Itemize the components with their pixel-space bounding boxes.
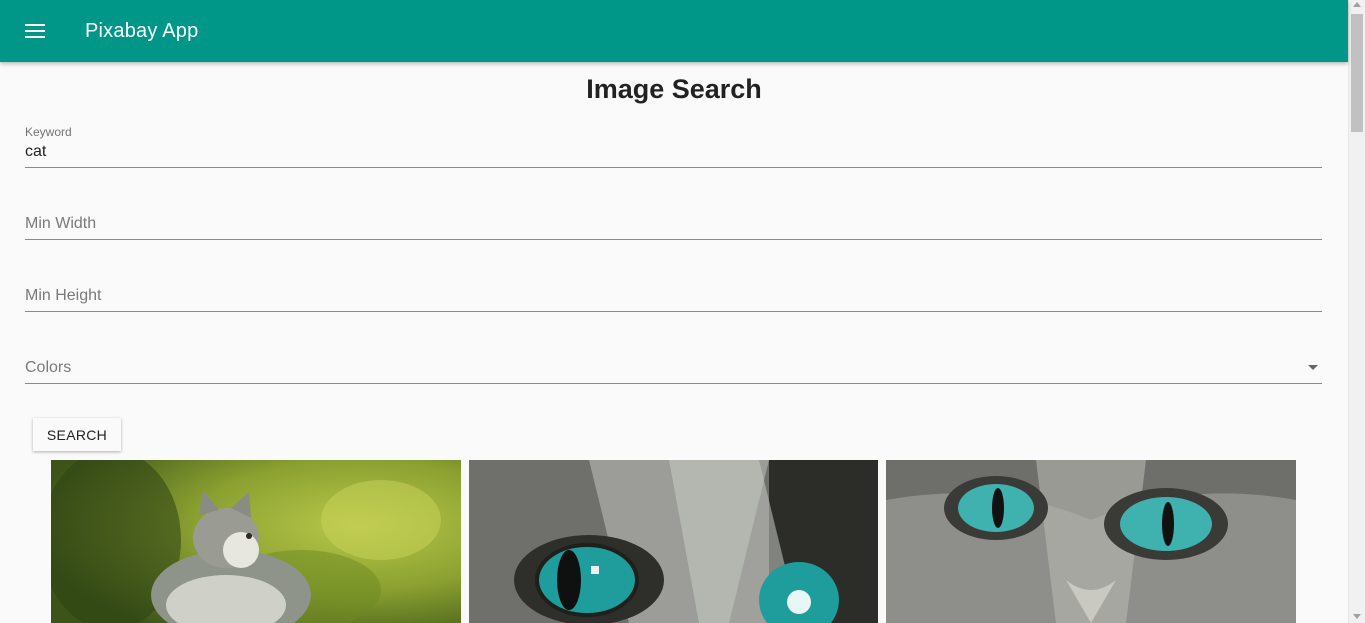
scroll-down-arrow-icon[interactable] [1353,614,1361,619]
result-image-kitten-in-grass[interactable] [51,460,461,623]
page-title: Image Search [586,74,762,104]
app-title: Pixabay App [85,19,199,42]
keyword-label: Keyword [25,125,72,139]
vertical-scrollbar[interactable] [1348,0,1365,623]
keyword-field: Keyword [25,125,1322,168]
colors-select-input[interactable] [25,359,1322,383]
keyword-input[interactable] [25,143,1322,167]
min-width-input[interactable] [25,215,1322,239]
search-button[interactable]: SEARCH [33,418,121,451]
min-height-field [25,287,1322,312]
min-width-field [25,215,1322,240]
app-bar: Pixabay App [0,0,1348,62]
result-image-cat-eye-closeup[interactable] [469,460,878,623]
result-image-cat-face-closeup[interactable] [886,460,1296,623]
scroll-up-arrow-icon[interactable] [1353,2,1361,7]
dropdown-arrow-icon[interactable] [1308,365,1318,370]
hamburger-menu-icon[interactable] [23,19,47,43]
scroll-thumb[interactable] [1351,14,1363,132]
min-height-input[interactable] [25,287,1322,311]
colors-select[interactable] [25,359,1322,384]
